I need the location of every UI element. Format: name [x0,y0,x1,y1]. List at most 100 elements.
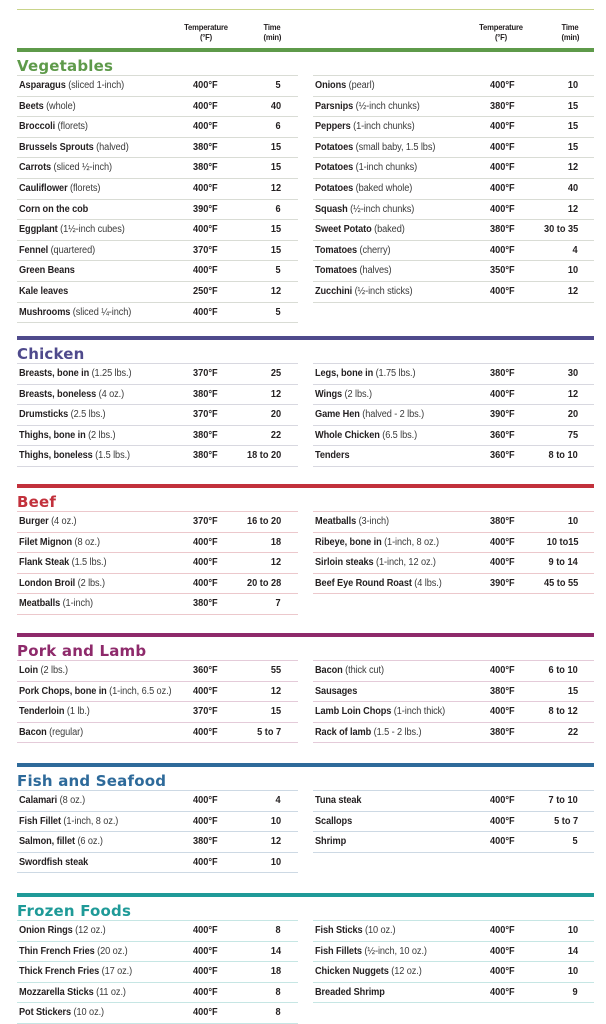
table-row: Thighs, bone in (2 lbs.) 380°F 22 [17,424,298,446]
food-item: Legs, bone in (1.75 lbs.) [315,368,416,379]
food-item: Swordfish steak [19,857,88,868]
temperature-label: Temperature [184,22,228,32]
table-row: Scallops 400°F 5 to 7 [313,810,594,832]
temperature-value: 380°F [490,368,515,379]
temperature-value: 400°F [193,306,218,318]
food-note: (1-inch, 8 oz.) [63,815,119,827]
time-unit: (min) [561,32,580,42]
food-name: Zucchini [315,285,353,297]
temperature-value: 400°F [193,557,218,569]
food-item: Bacon (thick cut) [315,665,384,676]
time-value: 9 to 14 [548,557,578,569]
food-name: Whole Chicken [315,429,380,441]
food-note: (pearl) [348,80,375,91]
temperature-value: 400°F [193,925,218,936]
food-name: Carrots [19,162,52,174]
temperature-value: 400°F [490,80,515,91]
temperature-value: 370°F [193,368,218,379]
food-name: Sausages [315,685,358,697]
time-value: 5 [275,265,281,277]
food-name: Asparagus [19,80,66,91]
time-value: 15 [567,685,578,697]
temperature-value: 400°F [193,224,218,236]
food-note: (½-inch chunks) [355,100,420,112]
food-item: Onion Rings (12 oz.) [19,925,106,936]
time-value: 12 [270,836,281,848]
time-value: 75 [567,429,578,441]
section-color-bar [17,336,594,340]
food-note: (2 lbs.) [40,665,68,676]
temperature-value: 400°F [490,706,515,718]
column-left: Onion Rings (12 oz.) 400°F 8 Thin French Fr… [17,920,298,1024]
food-note: (6.5 lbs.) [382,429,418,441]
temperature-value: 370°F [193,409,218,421]
temperature-value: 400°F [490,557,515,569]
food-name: Wings [315,388,343,400]
table-row: Brussels Sprouts (halved) 380°F 15 [17,136,298,158]
food-item: Filet Mignon (8 oz.) [19,537,100,548]
food-name: Pork Chops, bone in [19,685,107,697]
temperature-value: 400°F [490,836,515,848]
time-value: 18 [270,966,281,978]
food-item: Tuna steak [315,795,362,806]
time-value: 5 [275,306,281,318]
table-row: Mozzarella Sticks (11 oz.) 400°F 8 [17,981,298,1003]
time-value: 10 to15 [546,536,578,548]
food-name: Ribeye, bone in [315,536,382,548]
temperature-value: 360°F [490,450,515,462]
table-row: Filet Mignon (8 oz.) 400°F 18 [17,531,298,553]
section-title: Fish and Seafood [17,772,167,790]
table-row: Fish Fillet (1-inch, 8 oz.) 400°F 10 [17,810,298,832]
food-note: (1.75 lbs.) [375,368,416,379]
table-row: Bacon (regular) 400°F 5 to 7 [17,721,298,744]
food-note: (12 oz.) [391,966,422,978]
temperature-value: 400°F [490,285,515,297]
food-item: Thin French Fries (20 oz.) [19,946,128,957]
temperature-value: 380°F [193,141,218,153]
time-header-right: Time (min) [562,22,589,42]
food-item: Breasts, bone in (1.25 lbs.) [19,368,132,379]
food-item: Kale leaves [19,286,68,297]
table-row: Chicken Nuggets (12 oz.) 400°F 10 [313,961,594,982]
time-value: 12 [270,388,281,400]
table-row: Sausages 380°F 15 [313,680,594,702]
section-title: Beef [17,493,57,511]
food-note: (10 oz.) [73,1007,105,1019]
food-name: Fish Fillet [19,815,61,827]
food-name: London Broil [19,577,76,589]
food-note: (3-inch) [358,516,390,527]
temperature-value: 380°F [193,598,218,610]
table-row: Burger (4 oz.) 370°F 16 to 20 [17,511,298,532]
column-headers: Temperature (°F) Time (min) Temperature … [0,22,606,48]
table-row: Calamari (8 oz.) 400°F 4 [17,790,298,811]
food-name: Parsnips [315,100,354,112]
section-color-bar [17,893,594,897]
temperature-value: 380°F [193,162,218,174]
temperature-value: 250°F [193,285,218,297]
time-value: 10 [567,265,578,277]
table-row: Ribeye, bone in (1-inch, 8 oz.) 400°F 10 t… [313,531,594,553]
table-row: Mushrooms (sliced ¼-inch) 400°F 5 [17,301,298,324]
food-note: (1-inch, 12 oz.) [376,557,436,569]
time-value: 12 [567,203,578,215]
time-value: 20 to 28 [246,577,281,589]
temperature-value: 350°F [490,265,515,277]
table-row: Pot Stickers (10 oz.) 400°F 8 [17,1002,298,1024]
food-item: Thick French Fries (17 oz.) [19,966,132,977]
food-note: (halved - 2 lbs.) [362,409,425,421]
time-value: 15 [270,141,281,153]
time-value: 20 [567,409,578,421]
time-value: 55 [270,665,281,676]
table-row: Broccoli (florets) 400°F 6 [17,116,298,137]
food-item: Mozzarella Sticks (11 oz.) [19,987,126,998]
column-left: Breasts, bone in (1.25 lbs.) 370°F 25 Breas… [17,363,298,467]
temperature-value: 400°F [490,203,515,215]
food-item: Game Hen (halved - 2 lbs.) [315,409,424,420]
food-note: (baked whole) [355,182,413,194]
temperature-value: 380°F [193,450,218,462]
time-value: 5 [275,80,281,91]
food-item: Carrots (sliced ½-inch) [19,162,112,173]
food-note: (florets) [57,121,88,133]
food-item: Calamari (8 oz.) [19,795,85,806]
table-row: Meatballs (1-inch) 380°F 7 [17,593,298,615]
